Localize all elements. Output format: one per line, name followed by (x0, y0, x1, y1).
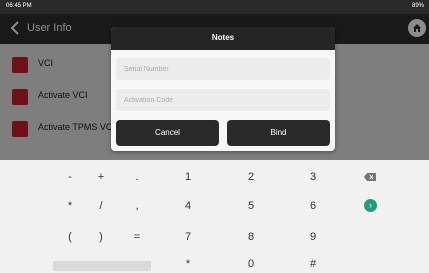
activation-code-field[interactable] (116, 89, 330, 111)
key-1[interactable]: 1 (168, 168, 208, 186)
backspace-icon (364, 173, 376, 181)
dialog-title: Notes (211, 33, 235, 42)
key-5[interactable]: 5 (231, 197, 271, 215)
status-bar: 06:45 PM 89% (0, 0, 429, 14)
key-close-paren[interactable]: ) (81, 228, 121, 246)
key-0[interactable]: 0 (231, 255, 271, 273)
key-4[interactable]: 4 (168, 197, 208, 215)
dialog-header: Notes (111, 27, 335, 50)
space-key[interactable] (53, 261, 151, 271)
key-3[interactable]: 3 (293, 168, 333, 186)
key-comma[interactable]: , (117, 197, 157, 215)
key-2[interactable]: 2 (231, 168, 271, 186)
go-key[interactable]: › (364, 199, 377, 212)
key-hash[interactable]: # (293, 255, 333, 273)
key-7[interactable]: 7 (168, 228, 208, 246)
status-time: 06:45 PM (6, 3, 32, 9)
notes-dialog: Notes Cancel Bind (111, 27, 335, 151)
screen: 06:45 PM 89% User Info VCI Activate VCI (0, 0, 429, 273)
key-9[interactable]: 9 (293, 228, 333, 246)
key-6[interactable]: 6 (293, 197, 333, 215)
serial-number-field[interactable] (116, 58, 330, 80)
key-plus[interactable]: + (81, 168, 121, 186)
backspace-key[interactable] (360, 170, 380, 184)
bind-button[interactable]: Bind (227, 120, 330, 146)
numeric-keyboard: - + . 1 2 3 * / , 4 5 6 › ( ) = 7 8 9 * … (0, 160, 429, 273)
key-slash[interactable]: / (81, 197, 121, 215)
key-period[interactable]: . (117, 168, 157, 186)
status-battery: 89% (411, 3, 424, 9)
key-star[interactable]: * (168, 255, 208, 273)
cancel-button[interactable]: Cancel (116, 120, 219, 146)
key-8[interactable]: 8 (231, 228, 271, 246)
key-equals[interactable]: = (117, 228, 157, 246)
